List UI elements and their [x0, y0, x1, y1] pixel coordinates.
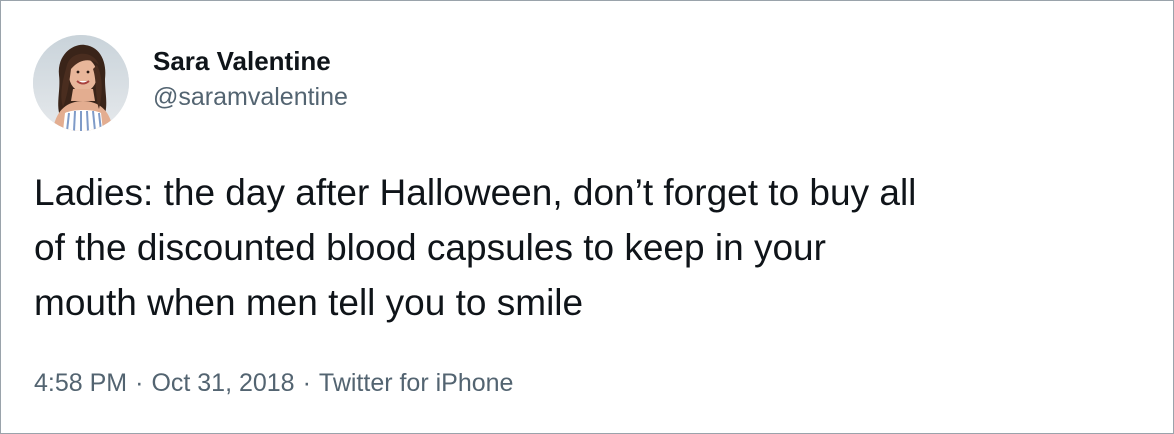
meta-separator: · [135, 369, 144, 397]
display-name[interactable]: Sara Valentine [153, 45, 348, 77]
tweet-header: Sara Valentine @saramvalentine [33, 35, 348, 131]
tweet-source[interactable]: Twitter for iPhone [319, 369, 514, 397]
author-names: Sara Valentine @saramvalentine [153, 45, 348, 114]
profile-photo-icon [33, 35, 129, 131]
tweet-card: Sara Valentine @saramvalentine Ladies: t… [0, 0, 1174, 434]
user-handle[interactable]: @saramvalentine [153, 80, 348, 114]
tweet-time[interactable]: 4:58 PM [34, 369, 127, 397]
tweet-text: Ladies: the day after Halloween, don’t f… [34, 172, 917, 323]
tweet-date[interactable]: Oct 31, 2018 [151, 369, 294, 397]
tweet-meta: 4:58 PM · Oct 31, 2018 · Twitter for iPhone [34, 366, 513, 400]
avatar[interactable] [33, 35, 129, 131]
meta-separator: · [302, 369, 311, 397]
